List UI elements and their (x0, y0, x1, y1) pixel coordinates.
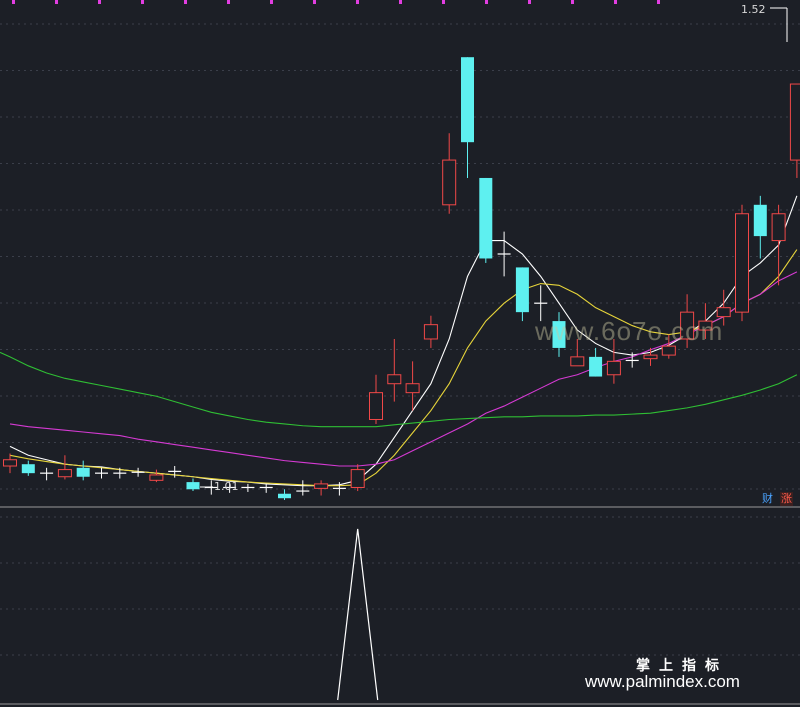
candle-body (278, 493, 291, 499)
candle (149, 469, 164, 483)
watermark-url: www.palmindex.com (585, 672, 740, 691)
ma-line-2 (9, 271, 798, 467)
candle-body (643, 354, 658, 360)
candle (95, 467, 108, 479)
candle-body (661, 345, 676, 356)
tick-mark (485, 0, 488, 4)
candle-body (753, 204, 767, 237)
tick-mark (184, 0, 187, 4)
candle (735, 204, 749, 322)
candle-body (789, 83, 800, 161)
candle (241, 483, 255, 492)
candle-body (350, 469, 365, 488)
tick-mark (399, 0, 402, 4)
candle (771, 204, 786, 286)
candle (387, 338, 402, 402)
tick-mark (657, 0, 660, 4)
candle-body (369, 392, 383, 420)
candle (479, 177, 493, 263)
candle-body (21, 464, 35, 474)
finance-badge[interactable]: 财 (761, 492, 774, 506)
candle-body (57, 469, 72, 478)
tick-mark (442, 0, 445, 4)
watermark-middle: www.6o7o.com (535, 316, 724, 346)
ma-line-1 (9, 249, 798, 487)
candles (3, 57, 800, 500)
candle (497, 231, 511, 277)
tick-mark (528, 0, 531, 4)
candle-body (186, 482, 200, 490)
candle (350, 464, 365, 492)
tick-mark (356, 0, 359, 4)
candle-body (3, 459, 17, 467)
candle (296, 480, 310, 496)
candle (259, 483, 273, 493)
candle-body (461, 57, 474, 143)
candle (314, 480, 329, 496)
limit-up-badge[interactable]: 涨 (780, 492, 793, 506)
candle-body (387, 374, 402, 385)
min-price-label: 1.01 (214, 480, 239, 493)
candle-body (515, 267, 529, 313)
candle-body (314, 483, 329, 489)
candle (369, 374, 383, 424)
candle (57, 455, 72, 480)
candle-body (589, 356, 603, 377)
tick-mark (614, 0, 617, 4)
candle (589, 347, 603, 377)
candle (515, 267, 529, 322)
tick-mark (270, 0, 273, 4)
candle-body (606, 360, 621, 376)
candle-body (442, 159, 457, 206)
candle-body (405, 383, 420, 394)
candle (186, 478, 200, 492)
candlestick-chart (0, 0, 800, 705)
candle (131, 467, 145, 477)
tick-mark (313, 0, 316, 4)
candle-body (735, 213, 749, 313)
candle (461, 57, 474, 178)
candle-body (771, 213, 786, 242)
candle (423, 315, 438, 348)
candle (753, 195, 767, 259)
signal-spike (337, 528, 379, 701)
tick-mark (98, 0, 101, 4)
candle (40, 467, 54, 481)
candle-body (570, 356, 585, 367)
tick-mark (571, 0, 574, 4)
tick-mark (141, 0, 144, 4)
candle-body (423, 324, 438, 340)
candle-body (149, 474, 164, 481)
grid-lines (0, 0, 800, 705)
candle (76, 460, 90, 481)
price-markers (200, 7, 788, 488)
candle (21, 460, 35, 476)
candle-body (76, 467, 90, 477)
candle (278, 489, 291, 500)
tick-mark (227, 0, 230, 4)
ma-line-3 (0, 351, 798, 428)
candle (442, 133, 457, 214)
lower-indicator-panel (337, 528, 379, 701)
tick-mark (55, 0, 58, 4)
tick-mark (12, 0, 15, 4)
max-price-label: 1.52 (741, 3, 766, 16)
candle-body (479, 177, 493, 259)
